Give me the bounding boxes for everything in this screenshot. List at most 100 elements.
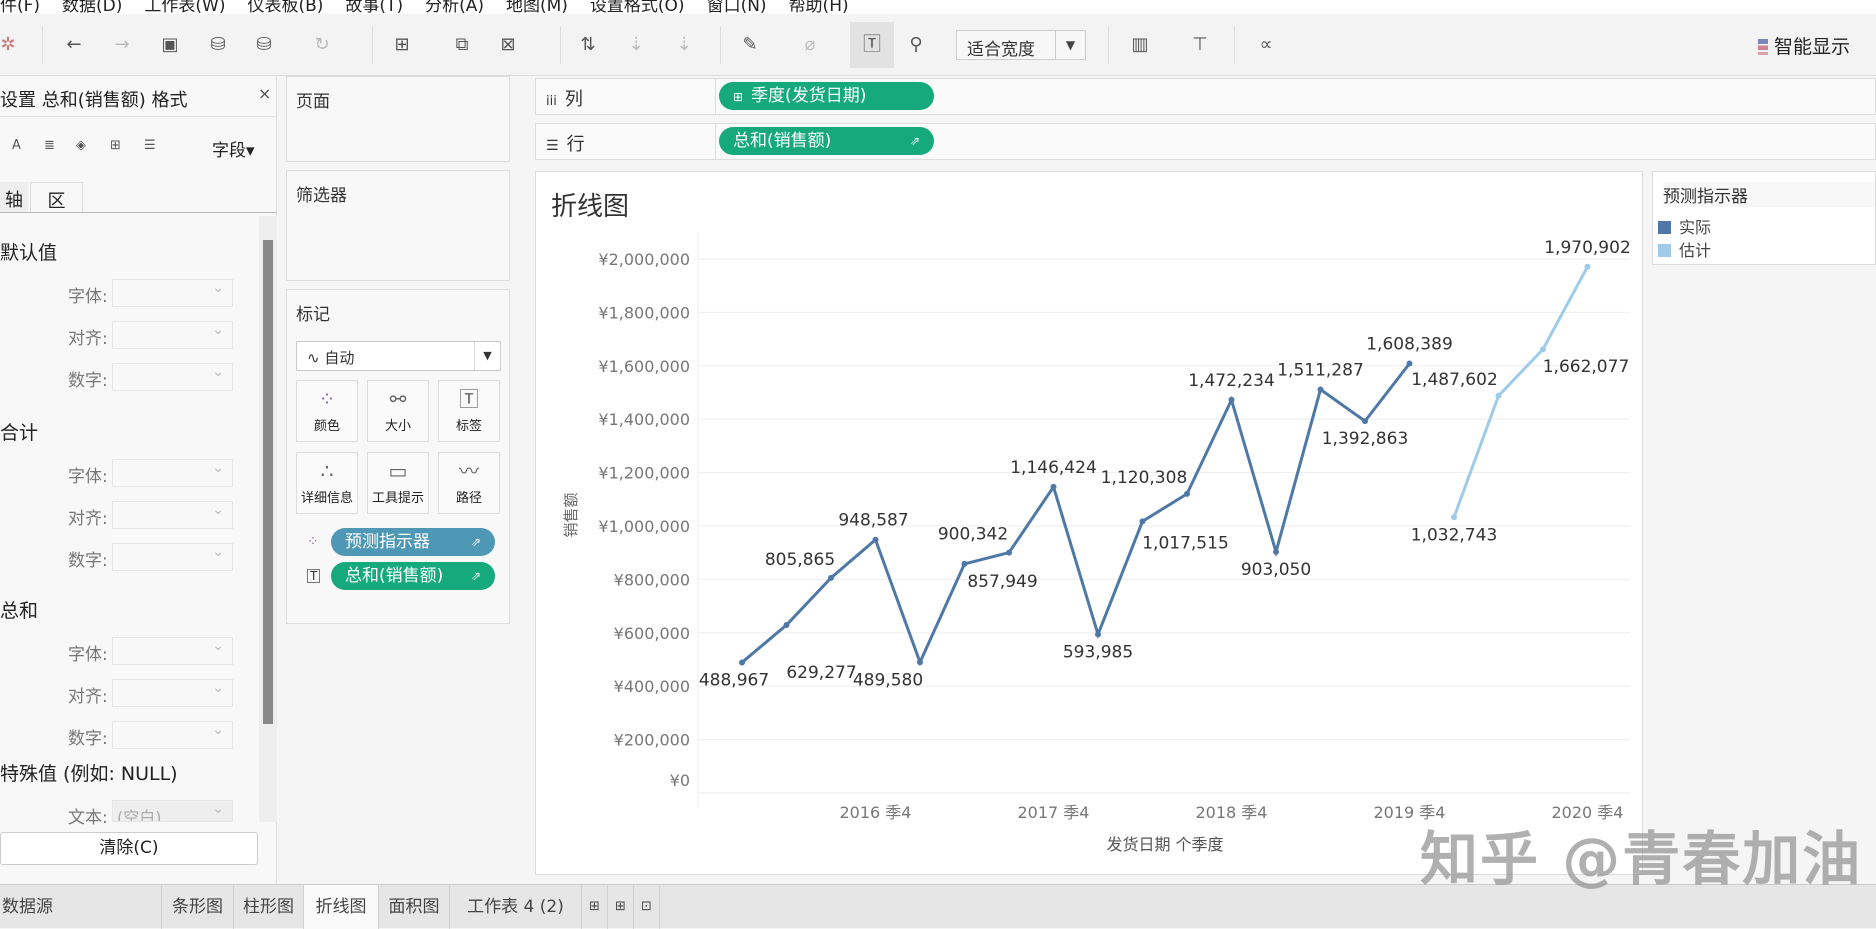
menu-worksheet[interactable]: 工作表(W) [144,0,225,14]
size-button[interactable]: ⚯ 大小 [367,380,429,442]
data-point[interactable] [1451,514,1457,521]
new-datasource-icon[interactable]: ⛁ [206,36,230,54]
menu-format[interactable]: 设置格式(O) [590,0,685,14]
data-point[interactable] [739,659,745,666]
data-point[interactable] [1228,396,1235,403]
close-icon[interactable]: × [258,84,271,103]
swap-icon[interactable]: ⇅ [576,36,600,54]
format-dropdown[interactable] [112,637,233,665]
sheet-tab[interactable]: 柱形图 [234,885,304,929]
menu-analysis[interactable]: 分析(A) [425,0,484,14]
quarter-ship-date-pill[interactable]: ⊞ 季度(发货日期) [719,82,934,110]
legend-item-estimate[interactable]: 估计 [1658,237,1711,261]
data-point[interactable] [1540,346,1546,353]
borders-icon[interactable]: ⊞ [110,138,121,153]
undo-icon[interactable]: ← [62,36,86,54]
alignment-icon[interactable]: ≣ [44,138,55,153]
fit-dropdown[interactable]: 适合宽度 ▼ [956,30,1086,60]
pause-updates-icon[interactable]: ⛁ [252,36,276,54]
menu-help[interactable]: 帮助(H) [789,0,849,14]
format-dropdown[interactable] [112,543,233,571]
new-dashboard-icon[interactable]: ⊞ [608,885,634,929]
data-point[interactable] [828,574,834,581]
datasource-tab[interactable]: 数据源 [0,885,162,929]
format-dropdown[interactable] [112,321,233,349]
sort-ascending-icon[interactable]: ⇣ [624,36,648,54]
tab-axis[interactable]: 轴 [0,182,28,213]
show-me-button[interactable]: 智能显示 [1757,32,1850,59]
sheet-tab[interactable]: 工作表 4 (2) [450,885,582,929]
lines-icon[interactable]: ☰ [144,138,156,153]
format-dropdown[interactable] [112,721,233,749]
data-point[interactable] [872,536,879,543]
sort-descending-icon[interactable]: ⇣ [672,36,696,54]
format-dropdown[interactable] [112,459,233,487]
scrollbar-thumb[interactable] [263,240,273,724]
refresh-icon[interactable]: ↻ [310,36,334,54]
sheet-tab[interactable]: 面积图 [379,885,450,929]
tab-pane[interactable]: 区 [30,182,83,213]
show-labels-icon[interactable]: 🅃 [850,22,894,68]
data-point[interactable] [1006,549,1012,556]
menu-file[interactable]: 件(F) [0,0,40,14]
data-point[interactable] [917,659,923,666]
tooltip-button[interactable]: ▭ 工具提示 [367,452,429,514]
highlight-icon[interactable]: ✎ [738,36,762,54]
clear-button[interactable]: 清除(C) [0,832,258,865]
detail-button[interactable]: ∴ 详细信息 [296,452,358,514]
data-point[interactable] [1317,386,1324,393]
group-icon[interactable]: ⌀ [798,36,822,54]
data-point[interactable] [961,560,968,567]
color-button[interactable]: ⁘ 颜色 [296,380,358,442]
label-button[interactable]: 🅃 标签 [438,380,500,442]
data-point[interactable] [1273,548,1279,555]
format-dropdown[interactable] [112,279,233,307]
sheet-tab-active[interactable]: 折线图 [304,885,379,929]
data-point[interactable] [783,621,790,628]
menu-window[interactable]: 窗口(N) [707,0,767,14]
data-point[interactable] [1139,518,1146,525]
pages-card[interactable]: 页面 [286,76,510,162]
new-worksheet-icon[interactable]: ⊞ [390,36,414,54]
field-dropdown[interactable]: 字段▾ [212,136,255,161]
menu-map[interactable]: 地图(M) [506,0,568,14]
save-icon[interactable]: ▣ [158,36,182,54]
sheet-tab[interactable]: 条形图 [162,885,234,929]
data-point[interactable] [1362,418,1368,425]
pin-icon[interactable]: ⚲ [904,36,928,54]
rows-shelf[interactable]: ☰ 行 总和(销售额) ⇗ [535,123,1876,160]
data-point[interactable] [1095,631,1101,638]
format-dropdown[interactable] [112,363,233,391]
clear-sheet-icon[interactable]: ⊠ [496,36,520,54]
legend-item-actual[interactable]: 实际 [1658,214,1711,238]
duplicate-sheet-icon[interactable]: ⧉ [450,36,474,54]
columns-shelf[interactable]: iii 列 ⊞ 季度(发货日期) [535,78,1876,115]
new-worksheet-icon[interactable]: ⊞ [582,885,608,929]
format-dropdown[interactable] [112,501,233,529]
presentation-icon[interactable]: ⊤ [1188,36,1212,54]
sum-sales-label-pill[interactable]: 总和(销售额) ⇗ [331,562,495,590]
path-button[interactable]: 〰路径 [438,452,500,514]
data-point[interactable] [1584,263,1591,270]
menu-data[interactable]: 数据(D) [62,0,122,14]
text-field[interactable]: (空白) [112,800,233,822]
forecast-indicator-pill[interactable]: 预测指示器 ⇗ [331,528,495,556]
menu-dashboard[interactable]: 仪表板(B) [247,0,323,14]
data-point[interactable] [1184,490,1190,497]
font-icon[interactable]: A [12,138,21,153]
new-story-icon[interactable]: ⊡ [634,885,660,929]
tableau-logo-icon[interactable]: ✲ [0,36,20,54]
shading-icon[interactable]: ◈ [76,138,86,153]
show-cards-icon[interactable]: ▥ [1128,36,1152,54]
data-point[interactable] [1495,392,1502,399]
line-chart[interactable]: 折线图 ¥2,000,000 ¥1,800,000 ¥1,600,000 ¥1,400,… [536,172,1644,876]
menu-story[interactable]: 故事(T) [345,0,403,14]
data-point[interactable] [1406,360,1413,367]
redo-icon[interactable]: → [110,36,134,54]
mark-type-dropdown[interactable]: ∿ 自动 ▼ [296,341,501,371]
data-point[interactable] [1050,483,1057,490]
share-icon[interactable]: ∝ [1254,36,1278,54]
filters-card[interactable]: 筛选器 [286,170,510,281]
sum-sales-pill[interactable]: 总和(销售额) ⇗ [719,127,934,155]
format-dropdown[interactable] [112,679,233,707]
